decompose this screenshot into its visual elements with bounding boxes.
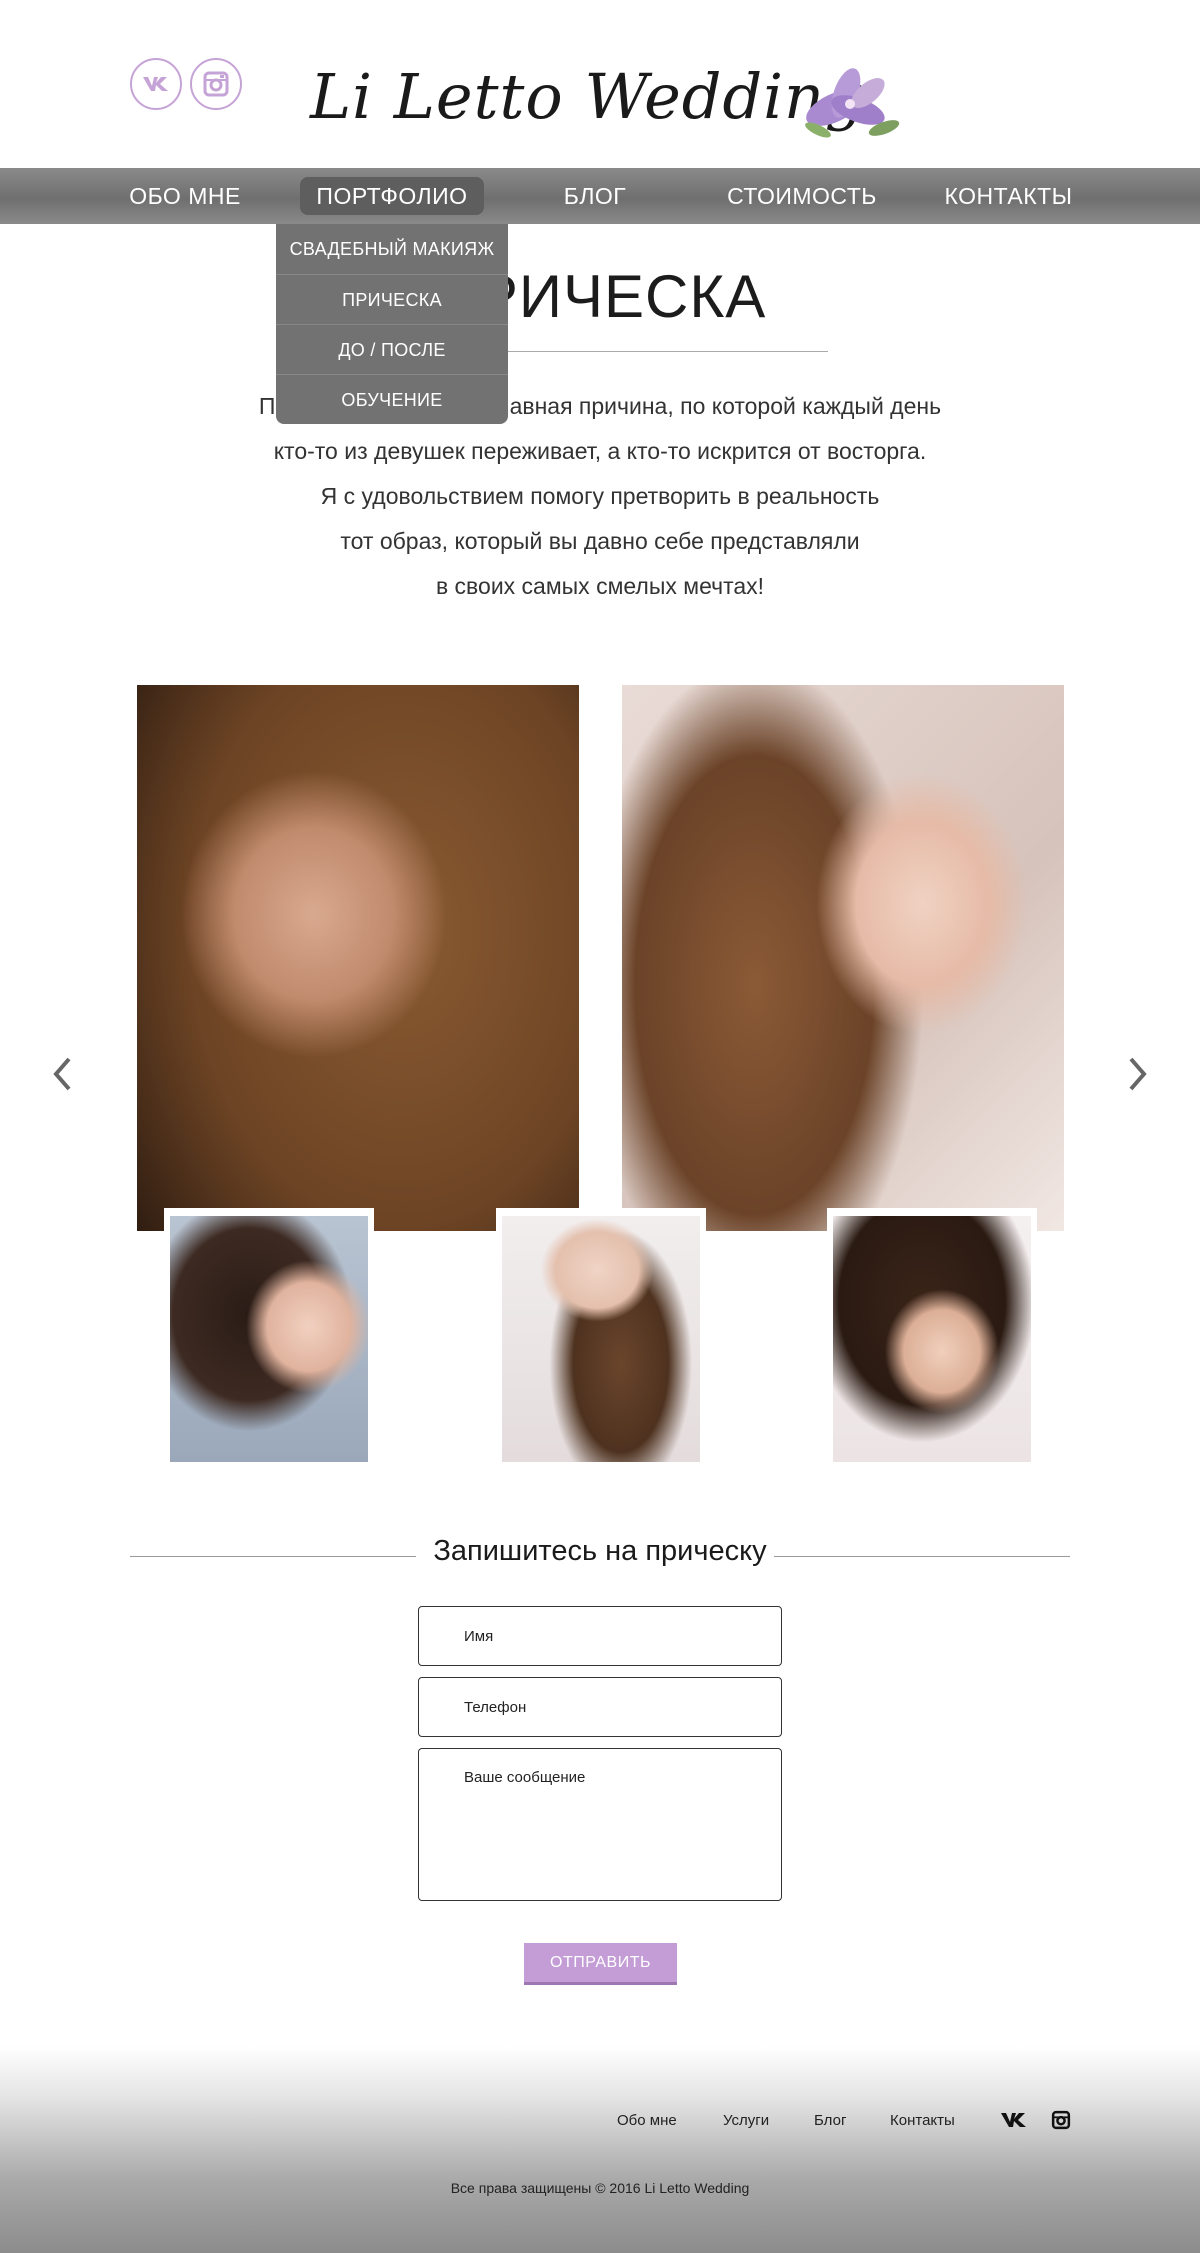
- gallery-main-photo[interactable]: [622, 685, 1064, 1231]
- intro-line: кто-то из девушек переживает, а кто-то и…: [273, 438, 927, 464]
- dropdown-item-wedding-makeup[interactable]: СВАДЕБНЫЙ МАКИЯЖ: [276, 224, 508, 274]
- footer-link-blog[interactable]: Блог: [814, 2112, 846, 2129]
- form-title: Запишитесь на прическу: [427, 1535, 773, 1567]
- thumbnail-image: [170, 1216, 368, 1462]
- dropdown-item-hairstyle[interactable]: ПРИЧЕСКА: [276, 274, 508, 324]
- intro-line: в своих самых смелых мечтах!: [435, 573, 765, 599]
- gallery-thumbnail[interactable]: [827, 1208, 1037, 1464]
- intro-text: Пышная прическа — главная причина, по ко…: [0, 384, 1200, 609]
- portfolio-dropdown: СВАДЕБНЫЙ МАКИЯЖ ПРИЧЕСКА ДО / ПОСЛЕ ОБУ…: [276, 224, 508, 424]
- page-title: ПРИЧЕСКА: [433, 263, 767, 330]
- name-field[interactable]: [418, 1606, 782, 1666]
- gallery-thumbnail[interactable]: [496, 1208, 706, 1464]
- nav-item-contacts[interactable]: КОНТАКТЫ: [930, 168, 1087, 224]
- gallery-thumbnail[interactable]: [164, 1208, 374, 1464]
- vk-icon: [143, 77, 168, 91]
- gallery-next-button[interactable]: [1118, 1048, 1158, 1100]
- nav-item-label: КОНТАКТЫ: [944, 183, 1073, 209]
- submit-button[interactable]: ОТПРАВИТЬ: [524, 1943, 677, 1985]
- nav-item-label: ОБО МНЕ: [129, 183, 241, 209]
- site-footer: Обо мне Услуги Блог Контакты Все права з…: [0, 2046, 1200, 2253]
- intro-line: тот образ, который вы давно себе предста…: [340, 528, 860, 554]
- thumbnail-image: [502, 1216, 700, 1462]
- footer-instagram-link[interactable]: [1051, 2110, 1071, 2135]
- gallery-prev-button[interactable]: [42, 1048, 82, 1100]
- vk-icon: [1001, 2113, 1026, 2127]
- dropdown-item-before-after[interactable]: ДО / ПОСЛЕ: [276, 324, 508, 374]
- chevron-left-icon: [53, 1057, 71, 1091]
- nav-item-about[interactable]: ОБО МНЕ: [110, 168, 260, 224]
- footer-link-about[interactable]: Обо мне: [617, 2112, 677, 2129]
- lily-flower-icon: [805, 68, 900, 138]
- site-header: Li Letto Wedding: [0, 0, 1200, 168]
- vk-link[interactable]: [130, 58, 182, 110]
- footer-vk-link[interactable]: [999, 2110, 1029, 2135]
- thumbnail-image: [833, 1216, 1031, 1462]
- instagram-link[interactable]: [190, 58, 242, 110]
- chevron-right-icon: [1129, 1057, 1147, 1091]
- gallery-main-photo[interactable]: [137, 685, 579, 1231]
- nav-item-label: БЛОГ: [563, 183, 627, 209]
- intro-line: Пышная прическа — главная причина, по ко…: [258, 393, 942, 419]
- instagram-icon: [203, 71, 229, 97]
- nav-item-portfolio[interactable]: ПОРТФОЛИО: [292, 168, 492, 224]
- phone-field[interactable]: [418, 1677, 782, 1737]
- nav-item-label: ПОРТФОЛИО: [300, 177, 484, 215]
- nav-item-blog[interactable]: БЛОГ: [540, 168, 650, 224]
- nav-item-label: СТОИМОСТЬ: [727, 183, 877, 209]
- footer-link-contacts[interactable]: Контакты: [890, 2112, 955, 2129]
- nav-item-pricing[interactable]: СТОИМОСТЬ: [712, 168, 892, 224]
- dropdown-item-training[interactable]: ОБУЧЕНИЕ: [276, 374, 508, 424]
- copyright-text: Все права защищены © 2016 Li Letto Weddi…: [450, 2180, 750, 2196]
- footer-link-services[interactable]: Услуги: [723, 2112, 769, 2129]
- logo-text: Li Letto Wedding: [310, 60, 866, 133]
- intro-line: Я с удовольствием помогу претворить в ре…: [320, 483, 880, 509]
- message-field[interactable]: [418, 1748, 782, 1901]
- instagram-icon: [1051, 2110, 1071, 2130]
- form-heading: Запишитесь на прическу: [130, 1535, 1070, 1575]
- site-logo[interactable]: Li Letto Wedding: [300, 20, 900, 150]
- main-nav: ОБО МНЕ ПОРТФОЛИО БЛОГ СТОИМОСТЬ КОНТАКТ…: [0, 168, 1200, 224]
